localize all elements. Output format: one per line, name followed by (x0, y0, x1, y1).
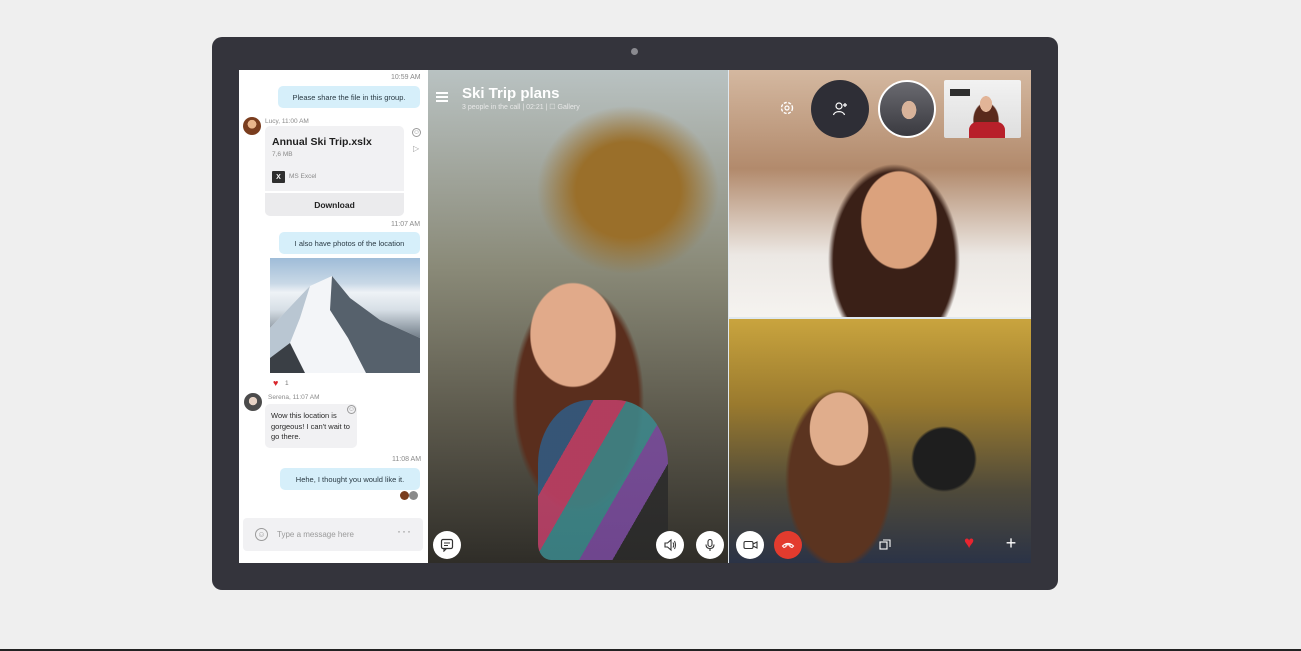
gear-icon[interactable] (779, 100, 795, 116)
chat-toggle-button[interactable] (433, 531, 461, 559)
outgoing-message[interactable]: Please share the file in this group. (278, 86, 420, 108)
avatar-serena[interactable] (244, 393, 262, 411)
compose-bar: ☺ ··· (243, 518, 423, 551)
file-size: 7,6 MB (272, 151, 293, 158)
message-input[interactable] (277, 528, 387, 541)
file-name: Annual Ski Trip.xslx (272, 136, 372, 148)
hamburger-menu-icon[interactable] (436, 92, 448, 102)
react-icon[interactable]: ☺ (412, 128, 421, 137)
hang-up-icon (781, 538, 795, 552)
self-view-thumbnail[interactable] (944, 80, 1021, 138)
sender-label: Serena, 11:07 AM (268, 394, 320, 401)
read-receipt-avatar (409, 491, 418, 500)
message-timestamp: 11:08 AM (392, 456, 422, 463)
incoming-message[interactable]: Wow this location is gorgeous! I can't w… (265, 404, 357, 448)
skype-screen: 10:59 AM Please share the file in this g… (239, 70, 1031, 563)
speaker-button[interactable] (656, 531, 684, 559)
react-icon[interactable]: ☺ (347, 405, 356, 414)
speaker-icon (663, 538, 677, 552)
screen-share-button[interactable] (875, 535, 895, 555)
reaction-count: 1 (285, 380, 289, 387)
file-type: MS Excel (289, 173, 317, 180)
call-title: Ski Trip plans (462, 85, 560, 102)
tablet-device: 10:59 AM Please share the file in this g… (212, 37, 1058, 590)
sender-label: Lucy, 11:00 AM (265, 118, 309, 125)
add-people-button[interactable] (811, 80, 869, 138)
add-person-icon (832, 101, 848, 117)
heart-reaction-button[interactable]: ♥ (959, 533, 979, 553)
screen-share-icon (879, 539, 891, 551)
download-button[interactable]: Download (265, 193, 404, 216)
call-status: 3 people in the call | 02:21 | ☐ Gallery (462, 104, 580, 111)
chat-bubble-icon (440, 538, 454, 552)
more-options-icon[interactable]: ··· (397, 524, 412, 538)
file-attachment-card[interactable]: Annual Ski Trip.xslx 7,6 MB X MS Excel (265, 126, 404, 191)
participant-thumbnail[interactable] (878, 80, 936, 138)
video-camera-icon (742, 538, 758, 552)
shared-photo[interactable] (270, 258, 420, 373)
end-call-button[interactable] (774, 531, 802, 559)
heart-icon: ♥ (963, 533, 975, 552)
read-receipt-avatar (400, 491, 409, 500)
main-video-feed: Ski Trip plans 3 people in the call | 02… (428, 70, 729, 563)
device-camera (631, 48, 638, 55)
excel-file-icon: X (272, 171, 285, 183)
plus-icon: + (1005, 532, 1017, 553)
microphone-icon (703, 538, 717, 552)
outgoing-message[interactable]: Hehe, I thought you would like it. (280, 468, 420, 490)
self-view-background-sign (950, 89, 970, 96)
video-scarf-detail (538, 400, 668, 560)
read-receipts (400, 491, 420, 500)
add-button[interactable]: + (1001, 533, 1021, 553)
chat-pane: 10:59 AM Please share the file in this g… (239, 70, 428, 563)
emoji-icon[interactable]: ☺ (255, 528, 268, 541)
message-timestamp: 10:59 AM (391, 74, 421, 81)
microphone-button[interactable] (696, 531, 724, 559)
outgoing-message[interactable]: I also have photos of the location (279, 232, 420, 254)
participant-video-bottom (729, 319, 1031, 563)
forward-icon[interactable]: ▷ (413, 144, 419, 153)
heart-reaction-icon[interactable]: ♥ (273, 378, 278, 388)
video-toggle-button[interactable] (736, 531, 764, 559)
avatar-lucy[interactable] (243, 117, 261, 135)
message-timestamp: 11:07 AM (391, 221, 421, 228)
self-view-shirt (969, 122, 1005, 138)
